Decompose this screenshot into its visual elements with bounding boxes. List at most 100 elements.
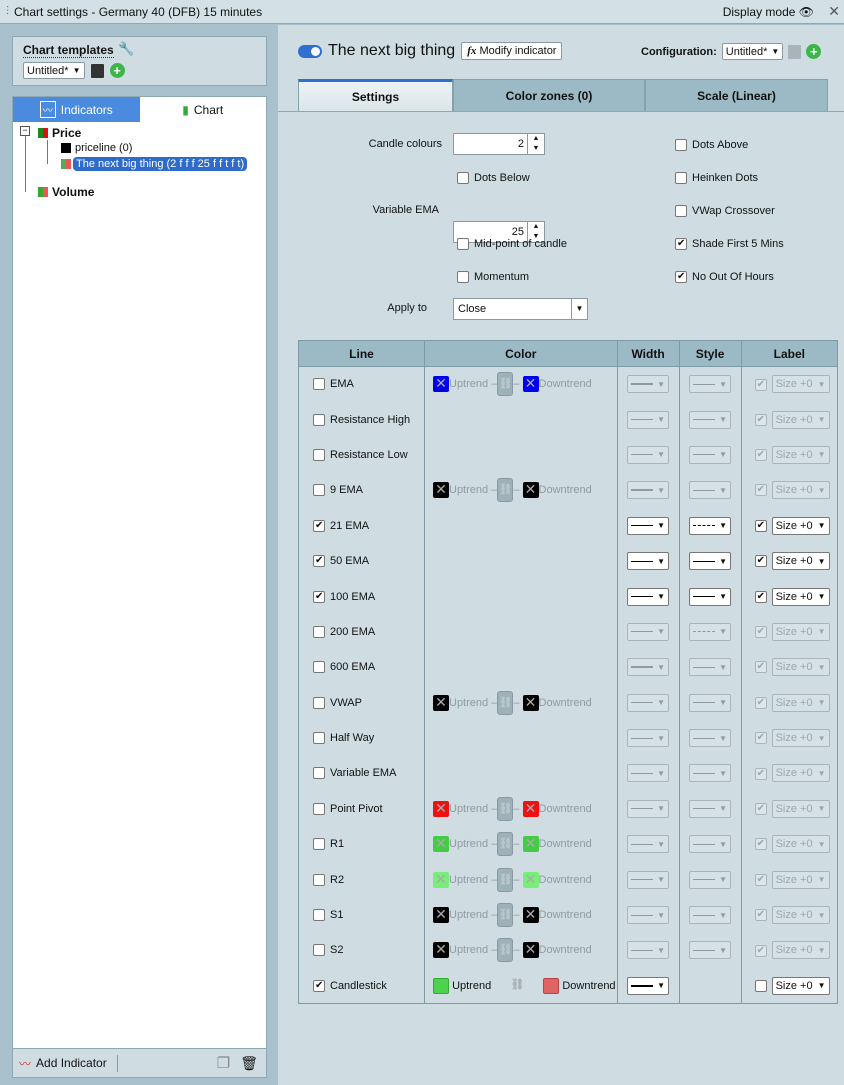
width-select[interactable]: ▼ [627, 799, 670, 818]
label-size-select[interactable]: Size +0 ▼ [771, 445, 830, 464]
line-checkbox[interactable] [313, 378, 325, 391]
tab-chart[interactable]: ▮ Chart [139, 97, 266, 122]
link-icon[interactable]: ⛓ [497, 796, 514, 821]
label-size-select[interactable]: Size +0 ▼ [771, 976, 830, 995]
width-select[interactable]: ▼ [627, 693, 670, 712]
close-icon[interactable]: ✕ [828, 3, 840, 20]
checkbox-heinken[interactable]: Heinken Dots [675, 172, 758, 184]
width-select[interactable]: ▼ [627, 445, 670, 464]
line-toggle[interactable]: 21 EMA [313, 519, 423, 532]
uptrend-swatch[interactable]: ✕ [433, 800, 449, 817]
style-select[interactable]: ▼ [689, 729, 732, 748]
width-select[interactable]: ▼ [627, 729, 670, 748]
tab-settings[interactable]: Settings [298, 79, 453, 111]
width-select[interactable]: ▼ [627, 481, 670, 500]
downtrend-swatch[interactable]: ✕ [522, 376, 539, 393]
width-select[interactable]: ▼ [627, 941, 670, 960]
display-mode-button[interactable]: Display mode 👁 [723, 5, 814, 19]
width-select[interactable]: ▼ [627, 835, 670, 854]
downtrend-swatch[interactable]: ✕ [522, 871, 539, 888]
style-select[interactable]: ▼ [689, 375, 732, 394]
uptrend-swatch[interactable]: ✕ [433, 376, 449, 393]
style-select[interactable]: ▼ [689, 870, 732, 889]
line-checkbox[interactable] [313, 661, 325, 674]
checkbox-box[interactable] [675, 172, 687, 184]
label-checkbox[interactable] [754, 555, 767, 568]
label-size-select[interactable]: Size +0 ▼ [771, 835, 830, 854]
checkbox-box[interactable] [457, 271, 469, 283]
line-checkbox[interactable] [313, 838, 325, 851]
label-checkbox[interactable] [754, 484, 767, 497]
line-checkbox[interactable] [313, 873, 325, 886]
style-select[interactable]: ▼ [689, 799, 732, 818]
style-select[interactable]: ▼ [689, 693, 732, 712]
width-select[interactable]: ▼ [627, 375, 670, 394]
label-size-select[interactable]: Size +0 ▼ [771, 622, 830, 641]
line-toggle[interactable]: Half Way [313, 732, 423, 745]
style-select[interactable]: ▼ [689, 552, 732, 571]
label-size-select[interactable]: Size +0 ▼ [771, 481, 830, 500]
label-size-select[interactable]: Size +0 ▼ [771, 587, 830, 606]
downtrend-swatch[interactable]: ✕ [522, 907, 539, 924]
line-checkbox[interactable] [313, 732, 325, 745]
uptrend-swatch[interactable]: ✕ [433, 836, 449, 853]
label-size-select[interactable]: Size +0 ▼ [771, 729, 830, 748]
style-select[interactable]: ▼ [689, 835, 732, 854]
label-checkbox[interactable] [754, 802, 767, 815]
link-icon[interactable]: ⛓ [497, 938, 514, 963]
label-size-select[interactable]: Size +0 ▼ [771, 799, 830, 818]
downtrend-swatch[interactable]: ✕ [522, 836, 539, 853]
width-select[interactable]: ▼ [627, 516, 670, 535]
line-checkbox[interactable] [313, 767, 325, 780]
line-toggle[interactable]: S2 [313, 944, 423, 957]
label-size-select[interactable]: Size +0 ▼ [771, 552, 830, 571]
style-select[interactable]: ▼ [689, 410, 732, 429]
width-select[interactable]: ▼ [627, 410, 670, 429]
add-config-icon[interactable]: + [806, 44, 822, 59]
uptrend-swatch[interactable]: ✕ [433, 871, 449, 888]
label-checkbox[interactable] [754, 626, 767, 639]
checkbox-mid-point[interactable]: Mid-point of candle [457, 238, 567, 250]
checkbox-box[interactable] [457, 238, 469, 250]
downtrend-swatch[interactable]: ✕ [522, 694, 539, 711]
line-toggle[interactable]: S1 [313, 909, 423, 922]
indicator-enabled-toggle[interactable] [298, 44, 322, 58]
uptrend-swatch[interactable]: ✕ [433, 694, 449, 711]
checkbox-dots-above[interactable]: Dots Above [675, 139, 748, 151]
label-checkbox[interactable] [754, 590, 767, 603]
wrench-icon[interactable]: 🔧 [118, 41, 134, 57]
tab-color-zones[interactable]: Color zones (0) [453, 79, 645, 111]
checkbox-dots-below[interactable]: Dots Below [457, 172, 530, 184]
line-checkbox[interactable] [313, 448, 325, 461]
save-config-icon[interactable] [788, 44, 802, 59]
label-size-select[interactable]: Size +0 ▼ [771, 410, 830, 429]
link-icon[interactable]: ⛓ [497, 690, 514, 715]
checkbox-no-out-of-hours[interactable]: No Out Of Hours [675, 271, 774, 283]
candle-colours-input[interactable]: 2 ▲ ▼ [453, 133, 545, 155]
style-select[interactable]: ▼ [689, 587, 732, 606]
line-toggle[interactable]: 600 EMA [313, 661, 423, 674]
label-checkbox[interactable] [754, 979, 767, 992]
line-toggle[interactable]: Resistance High [313, 413, 423, 426]
label-checkbox[interactable] [754, 449, 767, 462]
line-checkbox[interactable] [313, 413, 325, 426]
template-select[interactable]: Untitled* ▼ [23, 62, 85, 79]
style-select[interactable]: ▼ [689, 445, 732, 464]
uptrend-swatch[interactable]: ✕ [433, 907, 449, 924]
label-checkbox[interactable] [754, 873, 767, 886]
line-checkbox[interactable] [313, 909, 325, 922]
checkbox-box[interactable] [457, 172, 469, 184]
line-toggle[interactable]: EMA [313, 378, 423, 391]
line-toggle[interactable]: VWAP [313, 696, 423, 709]
configuration-select[interactable]: Untitled* ▼ [721, 43, 784, 60]
link-icon[interactable]: ⛓ [510, 979, 524, 991]
label-size-select[interactable]: Size +0 ▼ [771, 375, 830, 394]
tree-item-volume[interactable]: Volume [38, 185, 94, 199]
checkbox-box[interactable] [675, 205, 687, 217]
style-select[interactable]: ▼ [689, 941, 732, 960]
downtrend-swatch[interactable]: ✕ [522, 482, 539, 499]
line-checkbox[interactable] [313, 802, 325, 815]
width-select[interactable]: ▼ [627, 587, 670, 606]
apply-to-select[interactable]: Close ▼ [453, 298, 588, 320]
save-icon[interactable] [90, 63, 104, 78]
